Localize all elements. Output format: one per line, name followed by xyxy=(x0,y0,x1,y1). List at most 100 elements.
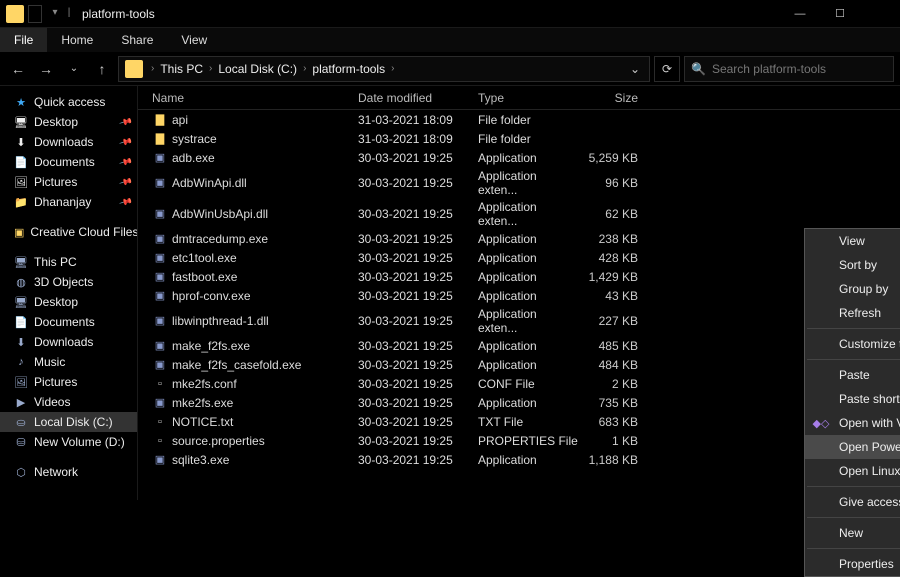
column-type[interactable]: Type xyxy=(478,91,578,105)
file-date: 30-03-2021 19:25 xyxy=(358,207,478,221)
menu-sortby[interactable]: Sort by› xyxy=(805,253,900,277)
file-row[interactable]: ▣sqlite3.exe30-03-2021 19:25Application1… xyxy=(138,450,900,469)
sidebar-item[interactable]: 📄Documents📌 xyxy=(0,152,137,172)
file-row[interactable]: ▣AdbWinApi.dll30-03-2021 19:25Applicatio… xyxy=(138,167,900,198)
app-icon: ▣ xyxy=(152,206,168,222)
file-row[interactable]: ▣fastboot.exe30-03-2021 19:25Application… xyxy=(138,267,900,286)
sidebar-item[interactable]: 📁Dhananjay📌 xyxy=(0,192,137,212)
sidebar-item[interactable]: 🖼Pictures📌 xyxy=(0,172,137,192)
qat-slot[interactable] xyxy=(28,5,42,23)
sidebar-item[interactable]: ▶Videos xyxy=(0,392,137,412)
menu-groupby[interactable]: Group by› xyxy=(805,277,900,301)
breadcrumb-item[interactable]: Local Disk (C:) xyxy=(216,62,299,76)
maximize-button[interactable]: ☐ xyxy=(820,0,860,28)
chevron-right-icon[interactable]: › xyxy=(205,63,216,74)
app-icon: ▣ xyxy=(152,288,168,304)
column-name[interactable]: Name xyxy=(148,91,358,105)
file-type: File folder xyxy=(478,132,578,146)
sidebar-creative-cloud[interactable]: ▣Creative Cloud Files xyxy=(0,222,137,242)
file-row[interactable]: ▇systrace31-03-2021 18:09File folder xyxy=(138,129,900,148)
address-bar[interactable]: › This PC › Local Disk (C:) › platform-t… xyxy=(118,56,650,82)
folder-icon: 🖥 xyxy=(14,115,28,129)
forward-button[interactable]: → xyxy=(34,57,58,81)
file-row[interactable]: ▣etc1tool.exe30-03-2021 19:25Application… xyxy=(138,248,900,267)
menu-open-linux[interactable]: Open Linux shell here xyxy=(805,459,900,483)
refresh-button[interactable]: ⟳ xyxy=(654,56,680,82)
breadcrumb-item[interactable]: platform-tools xyxy=(310,62,387,76)
sidebar-item[interactable]: ⛀Local Disk (C:) xyxy=(0,412,137,432)
sidebar-this-pc[interactable]: 🖥This PC xyxy=(0,252,137,272)
recent-dropdown-icon[interactable]: ⌄ xyxy=(62,57,86,81)
file-row[interactable]: ▫mke2fs.conf30-03-2021 19:25CONF File2 K… xyxy=(138,374,900,393)
sidebar-network[interactable]: ⬡Network xyxy=(0,462,137,482)
back-button[interactable]: ← xyxy=(6,57,30,81)
folder-icon: 📄 xyxy=(14,155,28,169)
file-row[interactable]: ▣mke2fs.exe30-03-2021 19:25Application73… xyxy=(138,393,900,412)
folder-icon: ▇ xyxy=(152,131,168,147)
file-row[interactable]: ▣hprof-conv.exe30-03-2021 19:25Applicati… xyxy=(138,286,900,305)
file-name: source.properties xyxy=(172,434,265,448)
sidebar-item[interactable]: ◍3D Objects xyxy=(0,272,137,292)
file-row[interactable]: ▫source.properties30-03-2021 19:25PROPER… xyxy=(138,431,900,450)
menu-new[interactable]: New› xyxy=(805,521,900,545)
up-button[interactable]: ↑ xyxy=(90,57,114,81)
file-name: NOTICE.txt xyxy=(172,415,233,429)
file-size: 1 KB xyxy=(578,434,648,448)
sidebar-item[interactable]: 🖼Pictures xyxy=(0,372,137,392)
file-type: File folder xyxy=(478,113,578,127)
column-size[interactable]: Size xyxy=(578,91,648,105)
file-icon: ▫ xyxy=(152,376,168,392)
search-icon: 🔍 xyxy=(691,62,706,76)
file-row[interactable]: ▣make_f2fs_casefold.exe30-03-2021 19:25A… xyxy=(138,355,900,374)
menu-paste[interactable]: Paste xyxy=(805,363,900,387)
tab-view[interactable]: View xyxy=(167,28,221,52)
file-name: AdbWinApi.dll xyxy=(172,176,247,190)
search-input[interactable]: 🔍 Search platform-tools xyxy=(684,56,894,82)
sidebar-item[interactable]: 🖥Desktop xyxy=(0,292,137,312)
tab-home[interactable]: Home xyxy=(47,28,107,52)
column-date[interactable]: Date modified xyxy=(358,91,478,105)
chevron-right-icon[interactable]: › xyxy=(147,63,158,74)
sidebar-item[interactable]: 🖥Desktop📌 xyxy=(0,112,137,132)
minimize-button[interactable]: — xyxy=(780,0,820,28)
file-row[interactable]: ▣adb.exe30-03-2021 19:25Application5,259… xyxy=(138,148,900,167)
chevron-right-icon[interactable]: › xyxy=(299,63,310,74)
menu-customize[interactable]: Customize this folder... xyxy=(805,332,900,356)
file-name: api xyxy=(172,113,188,127)
menu-view[interactable]: View› xyxy=(805,229,900,253)
address-dropdown-icon[interactable]: ⌄ xyxy=(623,62,647,76)
menu-refresh[interactable]: Refresh xyxy=(805,301,900,325)
menu-open-vs[interactable]: ◆◇Open with Visual Studio xyxy=(805,411,900,435)
sidebar-quick-access[interactable]: ★Quick access xyxy=(0,92,137,112)
sidebar-item[interactable]: ♪Music xyxy=(0,352,137,372)
folder-icon: 🖼 xyxy=(14,175,28,189)
file-type: Application xyxy=(478,339,578,353)
file-row[interactable]: ▣dmtracedump.exe30-03-2021 19:25Applicat… xyxy=(138,229,900,248)
sidebar-item[interactable]: 📄Documents xyxy=(0,312,137,332)
tab-file[interactable]: File xyxy=(0,28,47,52)
file-type: Application exten... xyxy=(478,200,578,228)
menu-properties[interactable]: Properties xyxy=(805,552,900,576)
folder-icon: 📁 xyxy=(14,195,28,209)
file-row[interactable]: ▇api31-03-2021 18:09File folder xyxy=(138,110,900,129)
app-icon: ▣ xyxy=(152,250,168,266)
menu-give-access[interactable]: Give access to› xyxy=(805,490,900,514)
drive-icon: 🖼 xyxy=(14,375,28,389)
sidebar-item[interactable]: ⬇Downloads xyxy=(0,332,137,352)
breadcrumb-item[interactable]: This PC xyxy=(158,62,205,76)
sidebar-item[interactable]: ⬇Downloads📌 xyxy=(0,132,137,152)
close-button[interactable] xyxy=(860,0,900,28)
menu-open-powershell[interactable]: Open PowerShell window here xyxy=(805,435,900,459)
tab-share[interactable]: Share xyxy=(107,28,167,52)
file-row[interactable]: ▣make_f2fs.exe30-03-2021 19:25Applicatio… xyxy=(138,336,900,355)
menu-paste-shortcut[interactable]: Paste shortcut xyxy=(805,387,900,411)
file-list-pane[interactable]: Name Date modified Type Size ▇api31-03-2… xyxy=(138,86,900,500)
file-row[interactable]: ▫NOTICE.txt30-03-2021 19:25TXT File683 K… xyxy=(138,412,900,431)
file-row[interactable]: ▣libwinpthread-1.dll30-03-2021 19:25Appl… xyxy=(138,305,900,336)
file-row[interactable]: ▣AdbWinUsbApi.dll30-03-2021 19:25Applica… xyxy=(138,198,900,229)
sidebar-item[interactable]: ⛁New Volume (D:) xyxy=(0,432,137,452)
star-icon: ★ xyxy=(14,95,28,109)
drive-icon: ⬇ xyxy=(14,335,28,349)
qat-dropdown-icon[interactable]: ▾ xyxy=(48,5,62,21)
chevron-right-icon[interactable]: › xyxy=(387,63,398,74)
